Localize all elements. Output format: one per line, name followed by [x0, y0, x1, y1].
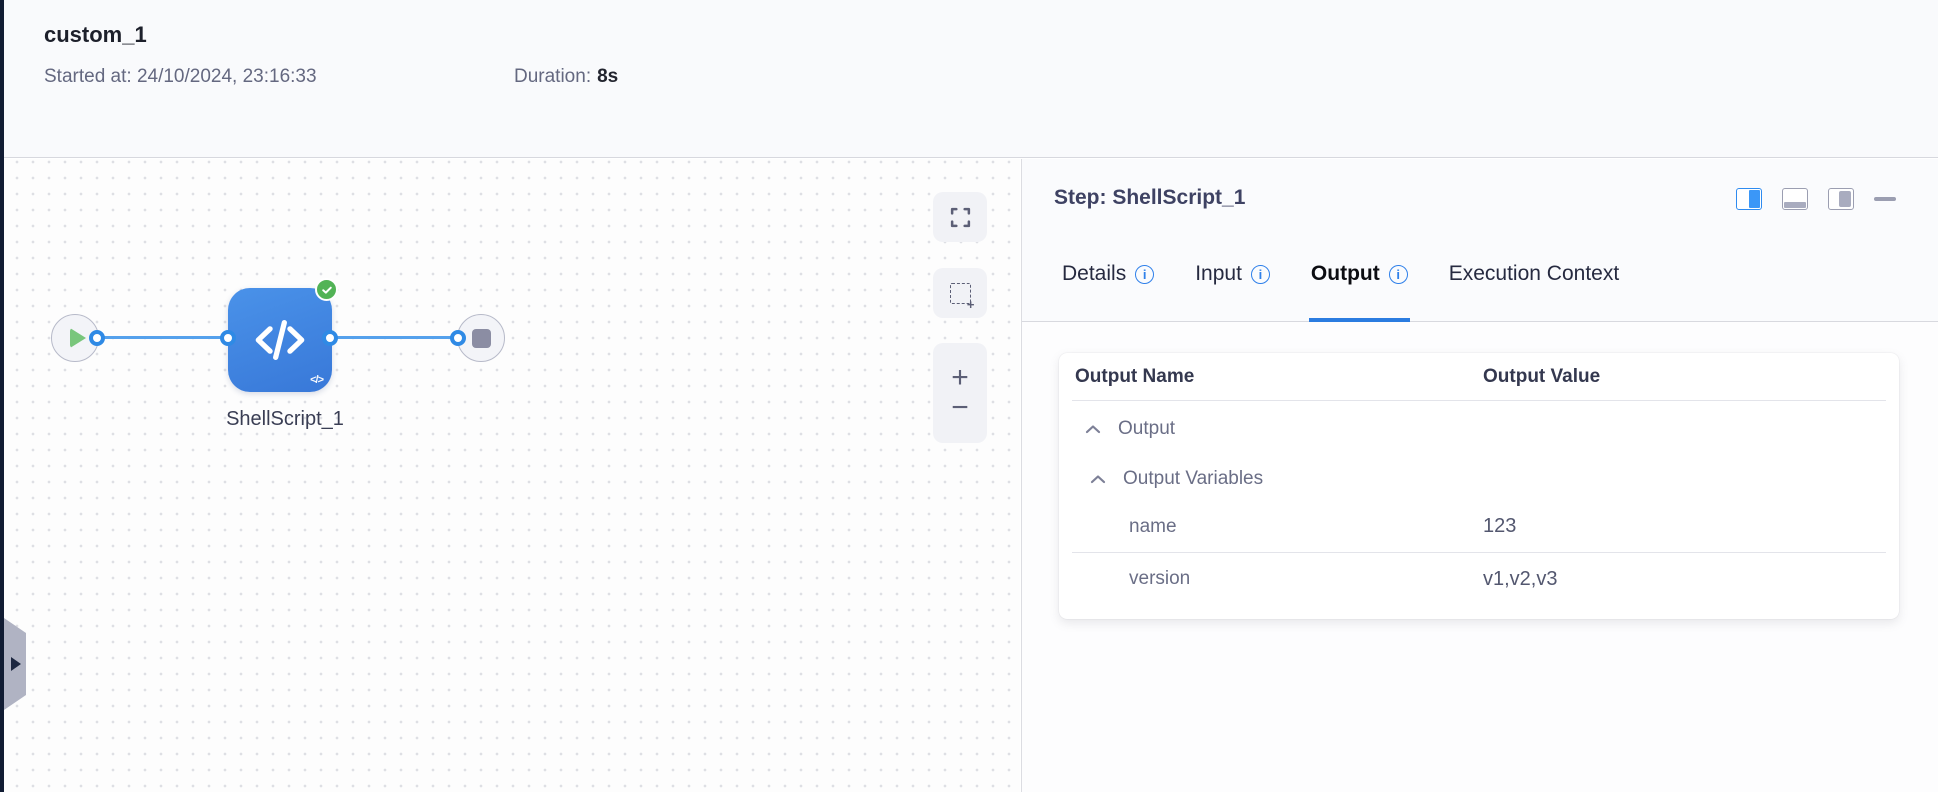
tab-execution-context-label: Execution Context	[1448, 262, 1620, 285]
execution-title: custom_1	[44, 22, 147, 47]
left-drawer-toggle[interactable]	[4, 618, 26, 710]
tab-input[interactable]: Input i	[1193, 230, 1272, 322]
output-name-cell: name	[1129, 515, 1177, 537]
marquee-plus-glyph: +	[966, 296, 975, 312]
port-end-in	[450, 330, 466, 346]
panel-header: Step: ShellScript_1 Details i Input i Ou…	[1022, 159, 1938, 322]
layout-bottom-dock-icon	[1784, 202, 1806, 208]
step-details-panel: Step: ShellScript_1 Details i Input i Ou…	[1021, 159, 1938, 792]
tab-input-label: Input	[1195, 262, 1242, 285]
code-icon	[255, 320, 305, 360]
layout-right-drawer-icon	[1839, 191, 1851, 207]
tab-details[interactable]: Details i	[1060, 230, 1156, 322]
pipeline-canvas[interactable]: </> ShellScript_1 + + −	[4, 159, 1020, 792]
stop-icon	[471, 328, 491, 348]
port-step-in	[220, 330, 236, 346]
step-node-label: ShellScript_1	[226, 408, 344, 430]
success-check-icon	[315, 278, 338, 301]
tab-output[interactable]: Output i	[1308, 230, 1410, 322]
layout-right-drawer-button[interactable]	[1828, 188, 1854, 210]
info-icon[interactable]: i	[1388, 264, 1408, 284]
minimize-panel-button[interactable]	[1874, 197, 1896, 201]
tab-output-label: Output	[1310, 262, 1380, 285]
zoom-out-button[interactable]: −	[933, 393, 987, 443]
started-at: Started at: 24/10/2024, 23:16:33	[44, 66, 317, 88]
edge-start-to-step	[99, 336, 230, 339]
info-icon[interactable]: i	[1135, 264, 1155, 284]
edge-step-to-end	[332, 336, 460, 339]
step-tabs: Details i Input i Output i Execution Con…	[1060, 230, 1621, 322]
column-output-value: Output Value	[1483, 365, 1601, 387]
expand-icon	[950, 207, 970, 227]
table-row-output[interactable]: Output	[1059, 401, 1899, 456]
column-output-name: Output Name	[1075, 365, 1195, 387]
started-at-label: Started at:	[44, 66, 132, 87]
step-title: Step: ShellScript_1	[1054, 186, 1246, 209]
duration: Duration: 8s	[514, 66, 618, 88]
group-label: Output Variables	[1123, 467, 1264, 489]
port-start-out	[89, 330, 105, 346]
output-value-cell: 123	[1483, 515, 1517, 537]
zoom-controls: + −	[933, 343, 987, 443]
layout-split-right-button[interactable]	[1736, 188, 1762, 210]
chevron-up-icon[interactable]	[1090, 474, 1106, 484]
table-row-name: name 123	[1059, 501, 1899, 552]
tab-details-label: Details	[1062, 262, 1127, 285]
marquee-select-icon: +	[949, 282, 975, 311]
layout-split-right-icon	[1749, 190, 1760, 208]
panel-layout-controls	[1736, 188, 1896, 210]
code-watermark-icon: </>	[310, 374, 324, 386]
group-label: Output	[1118, 417, 1176, 439]
shellscript-step-node[interactable]: </>	[228, 288, 332, 392]
output-name-cell: version	[1129, 568, 1191, 589]
duration-label: Duration:	[514, 66, 592, 87]
chevron-up-icon[interactable]	[1085, 424, 1101, 434]
table-row-version: version v1,v2,v3	[1059, 553, 1899, 605]
zoom-in-button[interactable]: +	[933, 343, 987, 393]
table-row-output-variables[interactable]: Output Variables	[1059, 456, 1899, 501]
marquee-select-button[interactable]: +	[933, 268, 987, 318]
app-root: custom_1 Started at: 24/10/2024, 23:16:3…	[0, 0, 1938, 792]
output-table-card: Output Name Output Value Output Output V…	[1059, 353, 1899, 619]
tab-execution-context[interactable]: Execution Context	[1447, 230, 1621, 322]
duration-value: 8s	[597, 66, 619, 87]
execution-header: custom_1 Started at: 24/10/2024, 23:16:3…	[4, 0, 1938, 158]
table-header-row: Output Name Output Value	[1059, 353, 1899, 400]
output-value-cell: v1,v2,v3	[1483, 567, 1558, 590]
chevron-right-icon	[11, 657, 21, 671]
left-edge-strip	[0, 0, 4, 792]
info-icon[interactable]: i	[1250, 264, 1270, 284]
play-icon	[69, 328, 86, 348]
port-step-out	[322, 330, 338, 346]
fit-to-screen-button[interactable]	[933, 192, 987, 242]
started-at-value: 24/10/2024, 23:16:33	[136, 66, 317, 87]
layout-bottom-dock-button[interactable]	[1782, 188, 1808, 210]
